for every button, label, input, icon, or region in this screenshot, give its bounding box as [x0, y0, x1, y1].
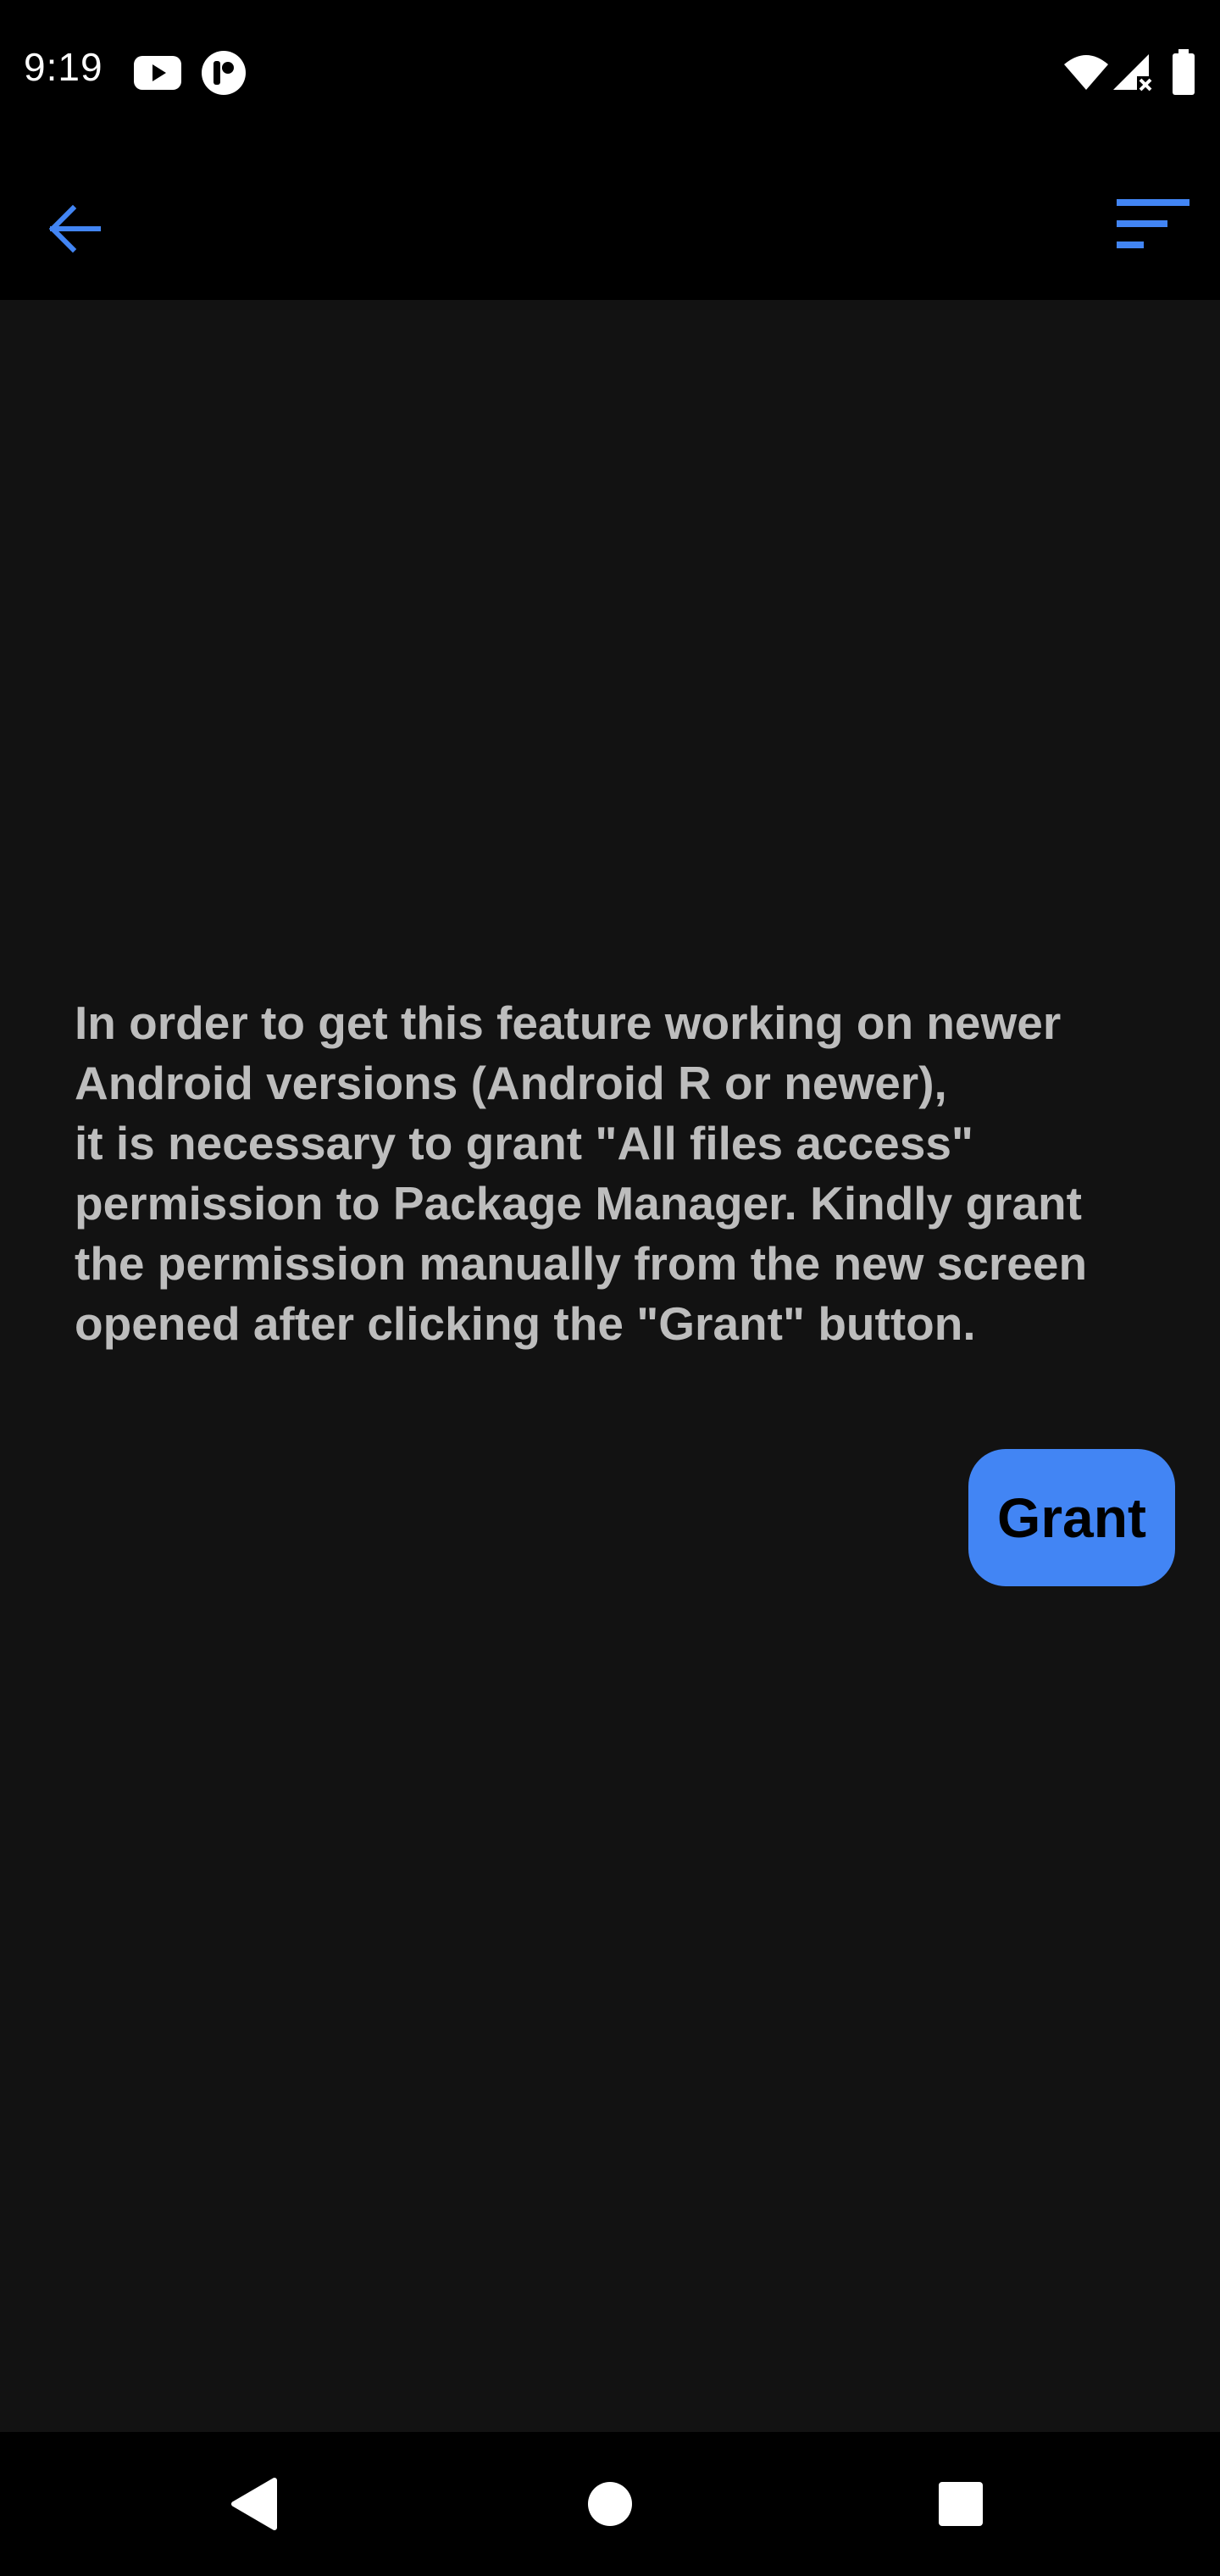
- nav-home-button[interactable]: [559, 2457, 661, 2551]
- app-bar: [0, 146, 1220, 300]
- app-notification-icon: [200, 49, 247, 101]
- back-button[interactable]: [34, 188, 115, 269]
- sort-icon: [1117, 199, 1190, 248]
- nav-recents-button[interactable]: [910, 2457, 1012, 2551]
- youtube-icon: [134, 54, 181, 96]
- status-bar: 9:19: [0, 0, 1220, 146]
- permission-message: In order to get this feature working on …: [75, 997, 1088, 1350]
- back-triangle-icon: [231, 2478, 277, 2530]
- home-circle-icon: [588, 2482, 632, 2526]
- arrow-back-icon: [48, 204, 101, 253]
- sort-button[interactable]: [1106, 183, 1200, 264]
- screen: 9:19 In order to get this feature workin…: [0, 0, 1220, 2576]
- nav-back-button[interactable]: [203, 2457, 305, 2551]
- grant-button[interactable]: Grant: [968, 1449, 1175, 1586]
- navigation-bar: [0, 2432, 1220, 2576]
- status-time: 9:19: [24, 45, 103, 89]
- battery-icon: [1171, 49, 1196, 99]
- recents-square-icon: [939, 2482, 983, 2526]
- cell-signal-no-data-icon: [1112, 53, 1154, 96]
- wifi-icon: [1062, 53, 1110, 96]
